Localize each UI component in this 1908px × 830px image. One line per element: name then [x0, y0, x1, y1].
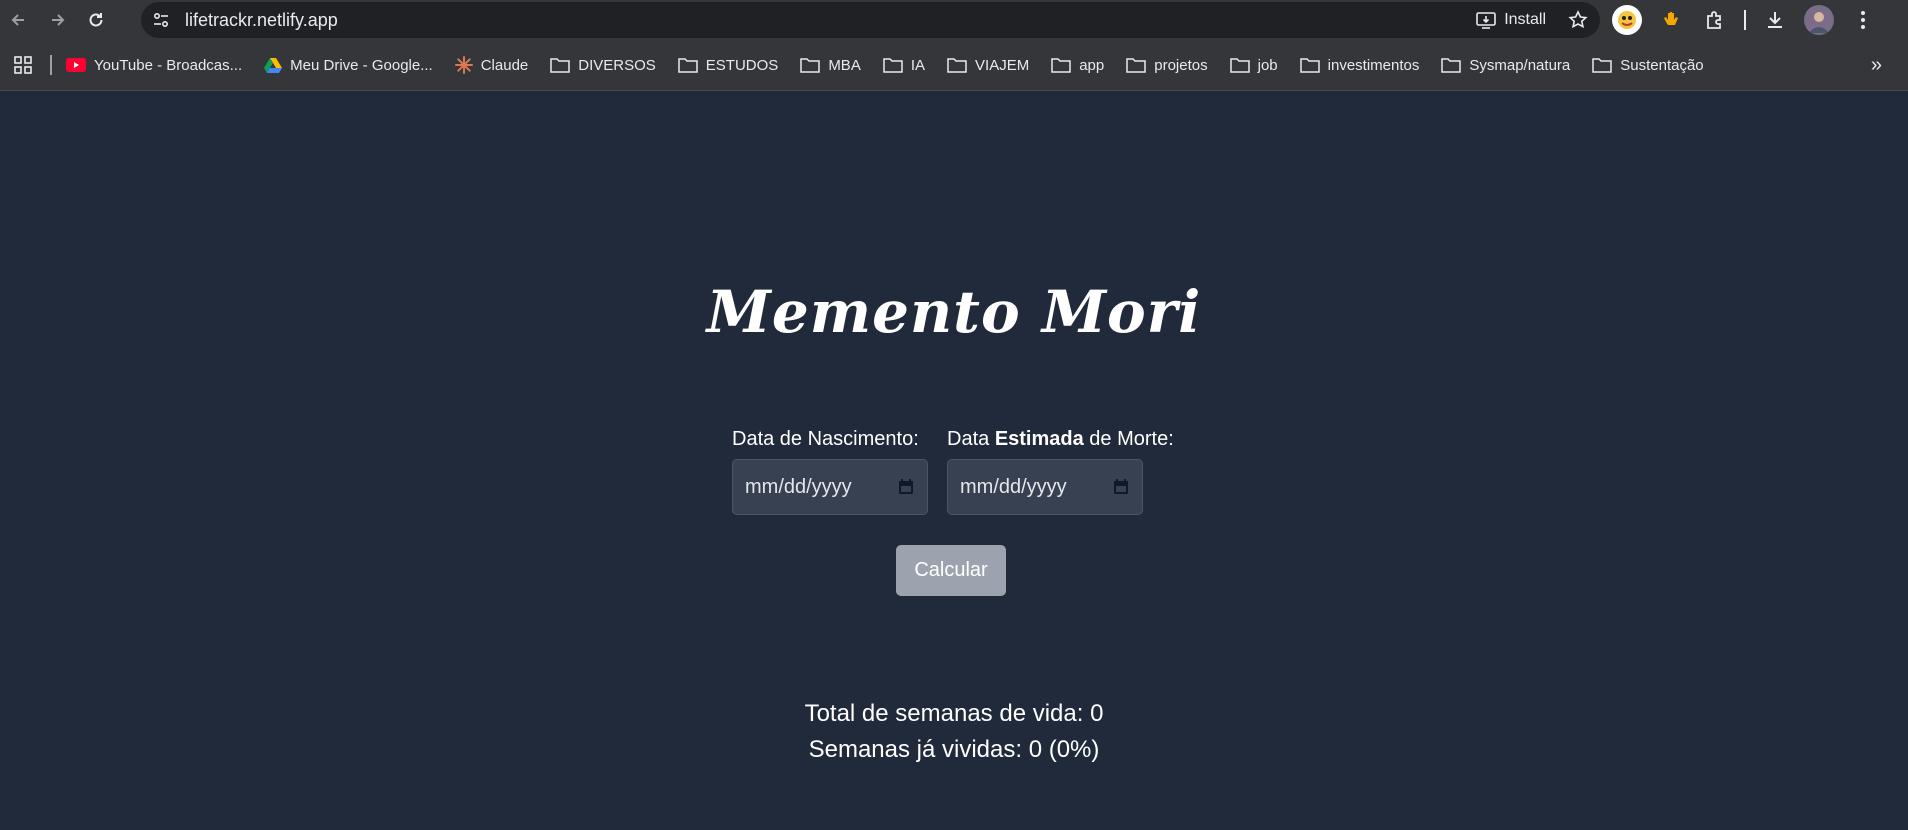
folder-icon — [550, 58, 571, 73]
bookmark-drive[interactable]: Meu Drive - Google... — [264, 57, 433, 74]
birth-date-placeholder: mm/dd/yyyy — [745, 475, 852, 498]
address-bar[interactable]: lifetrackr.netlify.app Install — [141, 2, 1600, 38]
folder-icon — [883, 58, 903, 73]
chevron-double-right-icon[interactable]: » — [1871, 54, 1882, 77]
bookmark-folder-projetos[interactable]: projetos — [1126, 57, 1208, 74]
total-weeks-text: Total de semanas de vida: 0 — [804, 700, 1104, 727]
birth-date-input[interactable]: mm/dd/yyyy — [732, 459, 928, 515]
extensions-area — [1612, 0, 1878, 40]
install-button[interactable]: Install — [1476, 11, 1546, 29]
death-date-label: Data Estimada de Morte: — [947, 428, 1174, 450]
arrow-left-icon — [11, 14, 24, 26]
profile-avatar-icon[interactable] — [1804, 5, 1834, 35]
calendar-icon[interactable] — [1112, 478, 1130, 496]
bookmark-folder-sustentacao[interactable]: Sustentação — [1592, 57, 1704, 74]
folder-icon — [1051, 58, 1071, 73]
death-date-field: Data Estimada de Morte: mm/dd/yyyy — [947, 428, 1174, 515]
birth-date-field: Data de Nascimento: mm/dd/yyyy — [732, 428, 928, 515]
bookmark-folder-mba[interactable]: MBA — [800, 57, 861, 74]
folder-icon — [1441, 58, 1462, 73]
extensions-puzzle-icon[interactable] — [1700, 5, 1730, 35]
tune-icon — [153, 12, 169, 28]
menu-icon[interactable] — [1848, 5, 1878, 35]
page-title: Memento Mori — [706, 278, 1202, 346]
death-date-placeholder: mm/dd/yyyy — [960, 475, 1067, 498]
reload-icon — [89, 13, 103, 27]
apps-grid-icon[interactable] — [12, 54, 34, 76]
folder-icon — [678, 58, 698, 73]
bookmarks-separator — [50, 55, 52, 75]
reload-button[interactable] — [78, 2, 114, 38]
death-date-input[interactable]: mm/dd/yyyy — [947, 459, 1143, 515]
install-label: Install — [1504, 11, 1546, 28]
youtube-icon — [66, 58, 86, 72]
star-icon[interactable] — [1568, 10, 1588, 30]
drive-icon — [264, 58, 283, 73]
bookmark-folder-sysmap[interactable]: Sysmap/natura — [1441, 57, 1570, 74]
birth-date-label: Data de Nascimento: — [732, 428, 919, 450]
bookmark-youtube[interactable]: YouTube - Broadcas... — [66, 57, 242, 74]
url-text[interactable]: lifetrackr.netlify.app — [185, 10, 338, 31]
claude-icon — [454, 56, 473, 74]
bookmark-folder-app[interactable]: app — [1051, 57, 1104, 74]
toolbar-separator — [1744, 10, 1746, 30]
folder-icon — [1299, 58, 1320, 73]
install-app-icon — [1476, 12, 1497, 29]
bookmark-folder-ia[interactable]: IA — [883, 57, 925, 74]
back-button[interactable] — [0, 2, 36, 38]
bookmark-folder-job[interactable]: job — [1229, 57, 1278, 74]
folder-icon — [800, 58, 821, 73]
forward-button[interactable] — [40, 2, 76, 38]
bookmarks-bar: YouTube - Broadcas... Meu Drive - Google… — [0, 40, 1908, 91]
bookmark-folder-viajem[interactable]: VIAJEM — [947, 57, 1029, 74]
folder-icon — [947, 58, 967, 73]
extension-avatar-icon[interactable] — [1612, 5, 1642, 35]
downloads-icon[interactable] — [1760, 5, 1790, 35]
bookmark-folder-investimentos[interactable]: investimentos — [1299, 57, 1419, 74]
calendar-icon[interactable] — [897, 478, 915, 496]
site-info-button[interactable] — [143, 2, 179, 38]
bookmark-folder-diversos[interactable]: DIVERSOS — [550, 57, 656, 74]
calculate-button[interactable]: Calcular — [896, 545, 1006, 596]
bookmark-claude[interactable]: Claude — [454, 56, 528, 74]
folder-icon — [1126, 58, 1146, 73]
arrow-right-icon — [52, 14, 65, 26]
browser-toolbar: lifetrackr.netlify.app Install — [0, 0, 1908, 40]
bookmark-folder-estudos[interactable]: ESTUDOS — [678, 57, 778, 74]
lived-weeks-text: Semanas já vividas: 0 (0%) — [808, 736, 1100, 763]
extension-hand-icon[interactable] — [1656, 5, 1686, 35]
folder-icon — [1592, 58, 1612, 73]
folder-icon — [1229, 58, 1250, 73]
